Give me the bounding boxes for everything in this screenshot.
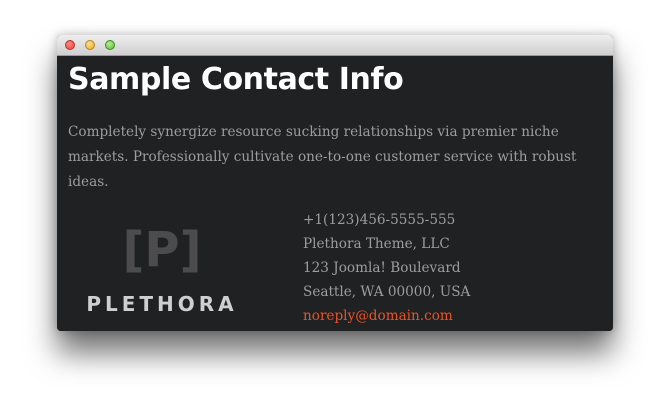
contact-email-link[interactable]: noreply@domain.com [303, 304, 470, 328]
page-content: Sample Contact Info Completely synergize… [57, 56, 613, 331]
browser-window: Sample Contact Info Completely synergize… [57, 35, 613, 331]
contact-street: 123 Joomla! Boulevard [303, 260, 461, 276]
logo-wordmark: PLETHORA [86, 292, 238, 316]
window-titlebar[interactable] [57, 35, 613, 56]
plethora-logo: [P] PLETHORA [77, 222, 247, 322]
contact-details: +1(123)456-5555-555 Plethora Theme, LLC … [303, 208, 470, 328]
window-close-button[interactable] [65, 40, 75, 50]
logo-mark: [P] [122, 222, 202, 278]
page-description: Completely synergize resource sucking re… [68, 124, 577, 190]
contact-company: Plethora Theme, LLC [303, 236, 450, 252]
window-minimize-button[interactable] [85, 40, 95, 50]
page-title: Sample Contact Info [68, 62, 404, 97]
contact-city: Seattle, WA 00000, USA [303, 284, 471, 300]
window-maximize-button[interactable] [105, 40, 115, 50]
contact-phone: +1(123)456-5555-555 [303, 212, 456, 228]
